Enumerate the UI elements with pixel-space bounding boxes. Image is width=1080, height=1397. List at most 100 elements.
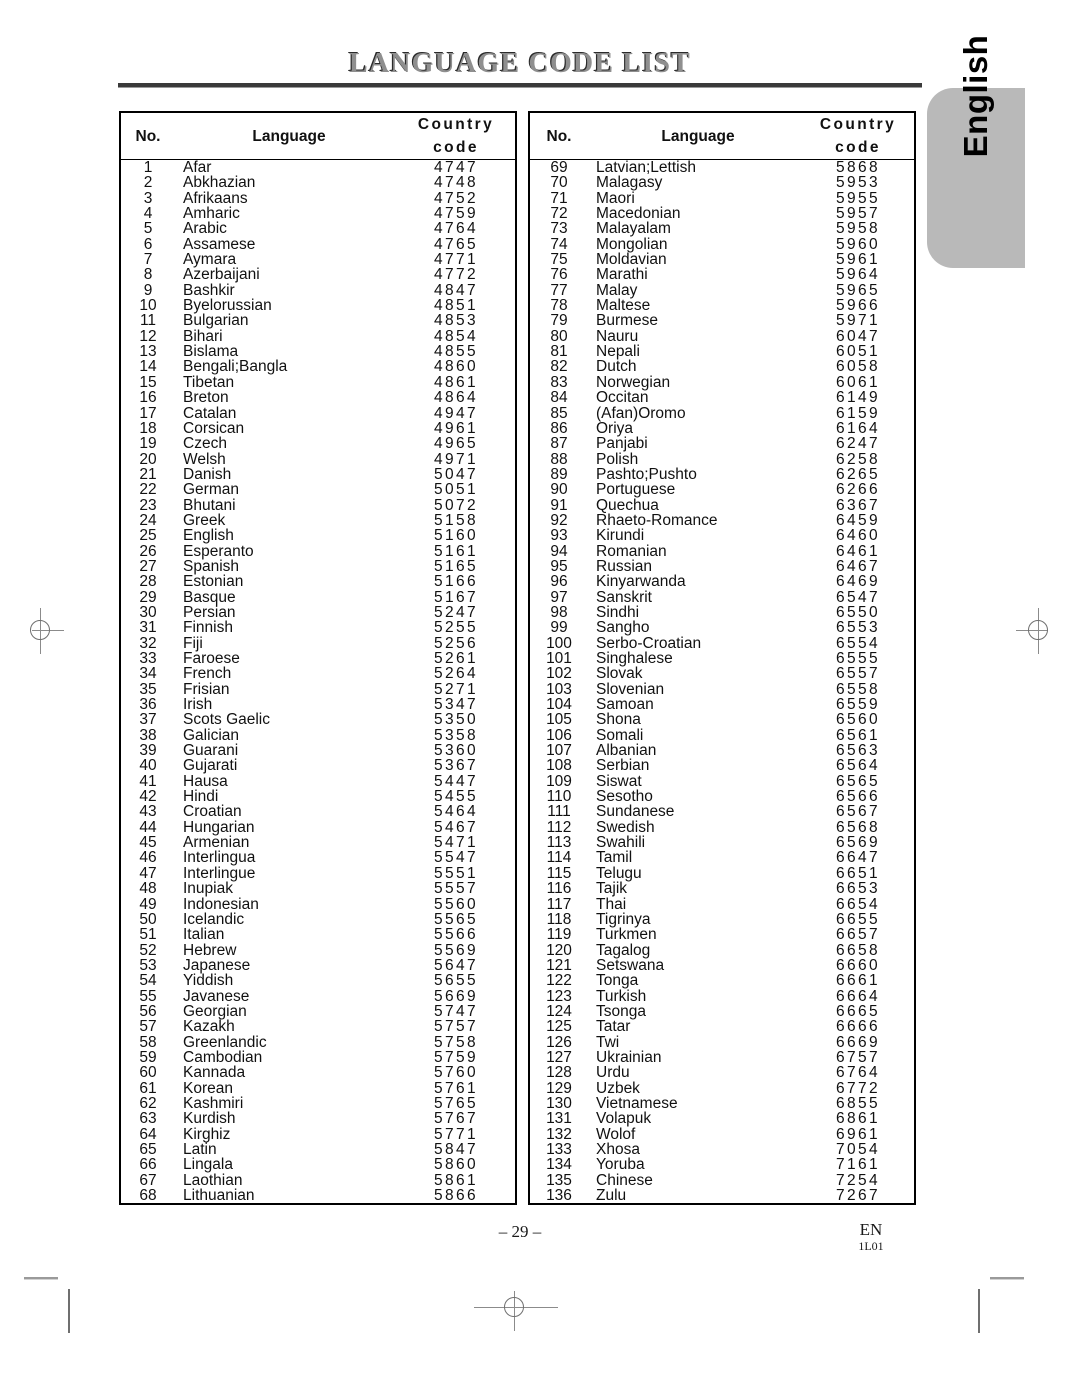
cell-country-code: 5047 bbox=[433, 465, 479, 483]
cell-no: 123 bbox=[546, 987, 572, 1005]
cell-language: Korean bbox=[183, 1079, 233, 1097]
table-row: 69 Latvian;Lettish 5868 bbox=[530, 160, 914, 176]
cell-language: Panjabi bbox=[596, 435, 648, 453]
table-row: 103 Slovenian 6558 bbox=[530, 681, 914, 697]
table-row: 112 Swedish 6568 bbox=[530, 819, 914, 835]
cell-no: 64 bbox=[139, 1125, 157, 1143]
cell-language: Maltese bbox=[596, 297, 651, 315]
table-row: 26 Esperanto 5161 bbox=[121, 542, 515, 560]
cell-language: Irish bbox=[183, 696, 213, 714]
table-row: 4 Amharic 4759 bbox=[121, 206, 515, 222]
table-row: 38 Galician 5358 bbox=[121, 726, 515, 744]
cell-language: Malayalam bbox=[596, 220, 671, 238]
cell-language: Malagasy bbox=[596, 174, 663, 192]
cell-no: 130 bbox=[546, 1094, 572, 1112]
cell-no: 134 bbox=[546, 1156, 572, 1174]
cell-no: 88 bbox=[550, 450, 568, 468]
cell-country-code: 5255 bbox=[433, 619, 479, 637]
table-row: 25 English 5160 bbox=[121, 527, 515, 545]
table-row: 59 Cambodian 5759 bbox=[121, 1050, 515, 1066]
cell-language: Gujarati bbox=[183, 757, 238, 775]
table-row: 82 Dutch 6058 bbox=[530, 359, 914, 375]
cell-country-code: 5771 bbox=[433, 1125, 479, 1143]
cell-language: Arabic bbox=[183, 220, 227, 238]
cell-no: 75 bbox=[550, 251, 568, 269]
cell-no: 65 bbox=[139, 1141, 157, 1158]
table-body-right: 69 Latvian;Lettish 5868 70 Malagasy 5953 71 Mao… bbox=[530, 160, 914, 1204]
cell-country-code: 4764 bbox=[433, 220, 479, 238]
registration-mark-icon bbox=[1016, 608, 1062, 654]
cell-no: 58 bbox=[139, 1033, 157, 1051]
cell-no: 108 bbox=[546, 757, 572, 775]
cell-no: 86 bbox=[550, 419, 568, 437]
cell-language: Marathi bbox=[596, 266, 648, 284]
cell-no: 63 bbox=[139, 1110, 157, 1128]
cell-language: Macedonian bbox=[596, 205, 681, 223]
cell-country-code: 6554 bbox=[835, 634, 881, 652]
cell-no: 57 bbox=[139, 1018, 157, 1036]
cell-language: Bengali;Bangla bbox=[183, 358, 288, 376]
table-row: 74 Mongolian 5960 bbox=[530, 235, 914, 253]
cell-language: Russian bbox=[596, 557, 652, 575]
cell-language: Portuguese bbox=[596, 481, 676, 499]
cell-country-code: 4864 bbox=[433, 389, 479, 407]
cell-country-code: 5350 bbox=[433, 711, 479, 729]
table-row: 14 Bengali;Bangla 4860 bbox=[121, 358, 515, 376]
cell-country-code: 6569 bbox=[835, 834, 881, 852]
cell-language: Hindi bbox=[183, 788, 219, 806]
title-divider-rule bbox=[118, 83, 922, 88]
cell-no: 41 bbox=[139, 772, 157, 790]
table-row: 86 Oriya 6164 bbox=[530, 419, 914, 437]
cell-no: 76 bbox=[550, 266, 568, 284]
cell-no: 26 bbox=[139, 542, 157, 560]
cell-country-code: 4971 bbox=[433, 450, 479, 468]
crop-mark-icon bbox=[68, 1289, 71, 1333]
cell-country-code: 5464 bbox=[433, 803, 479, 821]
cell-language: Swahili bbox=[596, 834, 646, 852]
cell-no: 15 bbox=[139, 373, 157, 391]
cell-country-code: 6655 bbox=[835, 910, 881, 928]
cell-language: Yoruba bbox=[596, 1156, 645, 1174]
cell-no: 38 bbox=[139, 726, 157, 744]
table-row: 15 Tibetan 4861 bbox=[121, 373, 515, 391]
table-row: 39 Guarani 5360 bbox=[121, 742, 515, 760]
table-row: 80 Nauru 6047 bbox=[530, 328, 914, 344]
table-row: 63 Kurdish 5767 bbox=[121, 1110, 515, 1128]
cell-country-code: 4854 bbox=[433, 327, 479, 345]
cell-no: 3 bbox=[143, 189, 153, 207]
cell-no: 2 bbox=[143, 174, 153, 192]
cell-no: 53 bbox=[139, 956, 157, 974]
cell-country-code: 4765 bbox=[433, 235, 479, 253]
cell-country-code: 4752 bbox=[433, 189, 479, 207]
cell-no: 18 bbox=[139, 419, 157, 437]
cell-country-code: 4853 bbox=[433, 312, 479, 330]
table-row: 99 Sangho 6553 bbox=[530, 620, 914, 636]
cell-country-code: 6258 bbox=[835, 450, 881, 468]
cell-language: Urdu bbox=[596, 1064, 630, 1082]
cell-language: Serbo-Croatian bbox=[596, 634, 702, 652]
cell-language: Samoan bbox=[596, 696, 654, 714]
table-row: 48 Inupiak 5557 bbox=[121, 881, 515, 897]
cell-country-code: 6861 bbox=[835, 1110, 881, 1128]
cell-language: Hausa bbox=[183, 772, 228, 790]
cell-no: 20 bbox=[139, 450, 157, 468]
cell-language: English bbox=[183, 527, 234, 545]
cell-language: Afrikaans bbox=[183, 189, 248, 207]
table-row: 109 Siswat 6565 bbox=[530, 773, 914, 789]
cell-language: Guarani bbox=[183, 742, 239, 760]
cell-no: 92 bbox=[550, 511, 568, 529]
cell-no: 116 bbox=[546, 880, 572, 898]
cell-country-code: 5847 bbox=[433, 1141, 479, 1158]
cell-no: 110 bbox=[546, 788, 572, 806]
cell-language: Icelandic bbox=[183, 910, 245, 928]
cell-language: Finnish bbox=[183, 619, 233, 637]
cell-no: 66 bbox=[139, 1156, 157, 1174]
cell-no: 16 bbox=[139, 389, 157, 407]
cell-language: Oriya bbox=[596, 419, 634, 437]
cell-country-code: 6961 bbox=[835, 1125, 881, 1143]
cell-no: 29 bbox=[139, 588, 157, 606]
cell-no: 55 bbox=[139, 987, 157, 1005]
cell-language: Moldavian bbox=[596, 251, 667, 269]
cell-language: Uzbek bbox=[596, 1079, 640, 1097]
cell-country-code: 5960 bbox=[835, 235, 881, 253]
